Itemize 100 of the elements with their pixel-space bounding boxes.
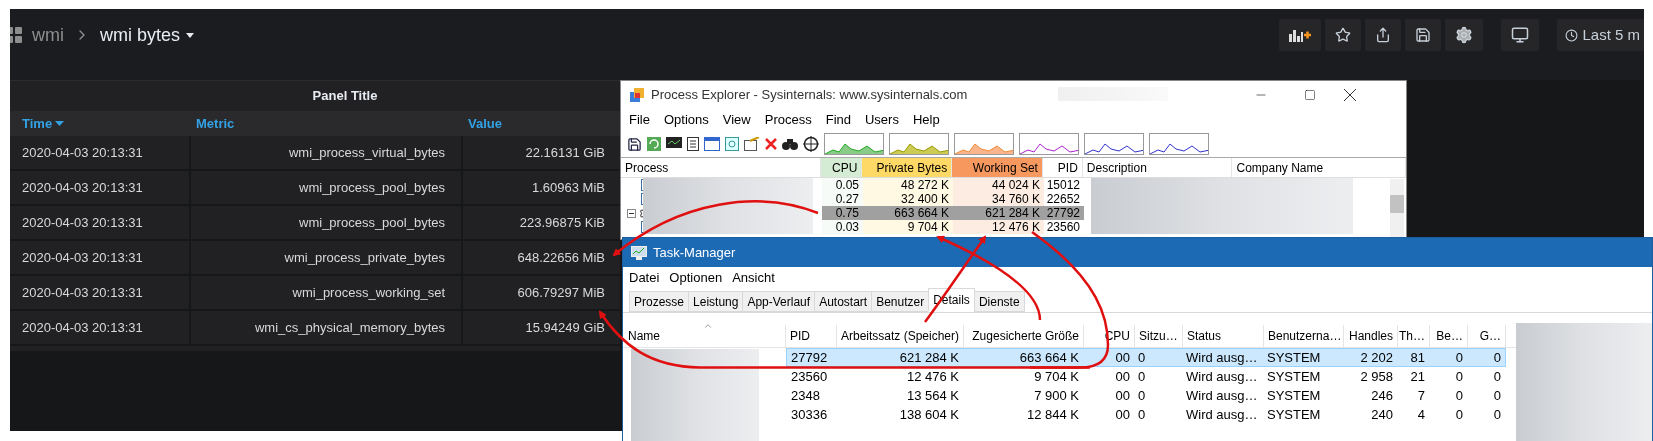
process-row[interactable]: 23560 12 476 K 9 704 K 00 0 Wird ausg… SYSTEM 2 958 21 0 0 [786, 367, 1506, 386]
column-header[interactable]: Time [10, 113, 186, 134]
column-header[interactable]: PID [786, 325, 837, 347]
table-cell-text: 663 664 K [893, 206, 950, 220]
table-cell: wmi_process_virtual_bytes [191, 136, 463, 169]
table-cell-text: 223.96875 KiB [518, 213, 606, 232]
graph-drawing [954, 133, 1014, 155]
star-button[interactable] [1325, 19, 1362, 51]
table-cell: wmi_process_pool_bytes [191, 206, 463, 239]
task-manager-icon [631, 245, 647, 260]
display-button[interactable] [1501, 19, 1540, 51]
window-title: Task-Manager [653, 243, 736, 262]
settings-icon [1455, 26, 1474, 44]
save-icon [1415, 27, 1432, 43]
settings-button[interactable] [1445, 19, 1484, 51]
table-cell: 48 272 K [863, 178, 953, 192]
menu-item[interactable]: Process [764, 110, 812, 130]
table-cell: 0.27 [822, 192, 863, 206]
save-icon[interactable] [627, 136, 642, 152]
table-cell: 2020-04-03 20:13:31 [10, 136, 191, 169]
table-cell-text: 30336 [790, 405, 829, 424]
refresh-icon[interactable] [647, 137, 661, 151]
column-header[interactable]: Working Set [952, 158, 1043, 177]
table-cell: 34 760 K [953, 192, 1044, 206]
process-row[interactable]: 30336 138 604 K 12 844 K 00 0 Wird ausg… SYSTEM 240 4 0 0 [786, 405, 1506, 424]
dashboard-title[interactable]: wmi bytes [100, 21, 194, 49]
kill-process-icon[interactable] [765, 138, 777, 150]
menu-item[interactable]: Options [663, 110, 709, 130]
collapse-icon[interactable] [627, 208, 636, 218]
column-header[interactable]: Sitzu… [1135, 325, 1183, 347]
table-cell-text: 246 [1370, 386, 1394, 405]
scrollbar-thumb[interactable] [1390, 195, 1404, 213]
process-row[interactable]: 0.03 9 704 K 12 476 K 23560 [822, 220, 1084, 234]
share-button[interactable] [1365, 19, 1402, 51]
tab[interactable]: Prozesse [629, 291, 690, 312]
column-header[interactable]: Status [1183, 325, 1264, 347]
column-header[interactable]: Be… [1430, 325, 1468, 347]
column-header[interactable]: Handles [1344, 325, 1398, 347]
menu-item[interactable]: View [722, 110, 751, 130]
table-cell-text: 00 [1114, 367, 1131, 386]
menu-item[interactable]: Ansicht [732, 268, 775, 288]
tab[interactable]: Leistung [688, 291, 744, 312]
document-icon[interactable] [687, 137, 699, 151]
table-cell-text: 4 [1416, 405, 1426, 424]
time-range-picker[interactable]: Last 5 m [1557, 19, 1644, 51]
panel-title: Panel Title [311, 87, 379, 106]
column-header[interactable]: PID [1042, 158, 1083, 177]
column-header[interactable]: Th… [1398, 325, 1430, 347]
maximize-icon[interactable] [1304, 89, 1316, 101]
table-cell: wmi_process_pool_bytes [191, 171, 463, 204]
process-row[interactable]: 0.27 32 400 K 34 760 K 22652 [822, 192, 1084, 206]
column-header[interactable]: G… [1468, 325, 1506, 347]
column-header[interactable]: CPU [821, 158, 863, 177]
close-icon[interactable] [1344, 89, 1356, 101]
table-cell-text: 0 [1492, 348, 1502, 367]
table-cell: 32 400 K [863, 192, 953, 206]
column-header[interactable]: Zugesicherte Größe [964, 325, 1084, 347]
table-cell-text: Wird ausg… [1185, 405, 1259, 424]
table-cell-text: 0 [1137, 405, 1147, 424]
table-cell-text: 0 [1492, 386, 1502, 405]
menu-item[interactable]: Optionen [669, 268, 723, 288]
save-button[interactable] [1405, 19, 1442, 51]
table-cell: 2020-04-03 20:13:31 [10, 206, 191, 239]
menu-item[interactable]: Help [912, 110, 940, 130]
table-cell-text: 15012 [1045, 178, 1081, 192]
window-icon[interactable] [704, 137, 720, 151]
column-header[interactable]: Arbeitssatz (Speicher) [837, 325, 964, 347]
column-header[interactable]: Benutzerna… [1264, 325, 1344, 347]
folder-link[interactable]: wmi [32, 21, 64, 49]
column-header[interactable]: Metric [186, 113, 458, 134]
table-cell-text: 621 284 K [984, 206, 1041, 220]
crosshair-icon[interactable] [803, 136, 819, 152]
process-row[interactable]: 2348 13 564 K 7 900 K 00 0 Wird ausg… SYSTEM 246 7 0 0 [786, 386, 1506, 405]
menu-item[interactable]: File [629, 110, 650, 130]
graph-drawing [1019, 133, 1079, 155]
tab[interactable]: Dienste [973, 291, 1025, 312]
column-header[interactable]: Company Name [1232, 158, 1406, 177]
tab[interactable]: Benutzer [871, 291, 930, 312]
process-row[interactable]: 0.75 663 664 K 621 284 K 27792 [822, 206, 1084, 220]
binoculars-icon[interactable] [782, 137, 798, 151]
table-cell-text: 00 [1114, 386, 1131, 405]
menu-item[interactable]: Find [825, 110, 851, 130]
column-header[interactable]: Private Bytes [862, 158, 953, 177]
table-cell-text: 0 [1137, 367, 1147, 386]
column-header[interactable]: Value [458, 113, 608, 134]
table-cell-text: SYSTEM [1266, 367, 1322, 386]
table-cell-text: 606.79297 MiB [516, 283, 606, 302]
process-row[interactable]: 27792 621 284 K 663 664 K 00 0 Wird ausg… SYSTEM 2 202 81 0 0 [786, 348, 1506, 367]
target-icon[interactable] [725, 137, 739, 151]
process-row[interactable]: 0.05 48 272 K 44 024 K 15012 [822, 178, 1084, 192]
menu-item[interactable]: Users [865, 110, 899, 130]
tab[interactable]: Autostart [814, 291, 873, 312]
column-header[interactable]: Name [623, 325, 786, 347]
menu-item[interactable]: Datei [629, 268, 660, 288]
table-cell-text: 27792 [1045, 206, 1081, 220]
tab[interactable]: App-Verlauf [742, 291, 816, 312]
column-header[interactable]: Description [1082, 158, 1233, 177]
monitor-icon[interactable] [666, 137, 682, 151]
add-panel-button[interactable] [1279, 19, 1322, 51]
properties-icon[interactable] [744, 137, 760, 151]
